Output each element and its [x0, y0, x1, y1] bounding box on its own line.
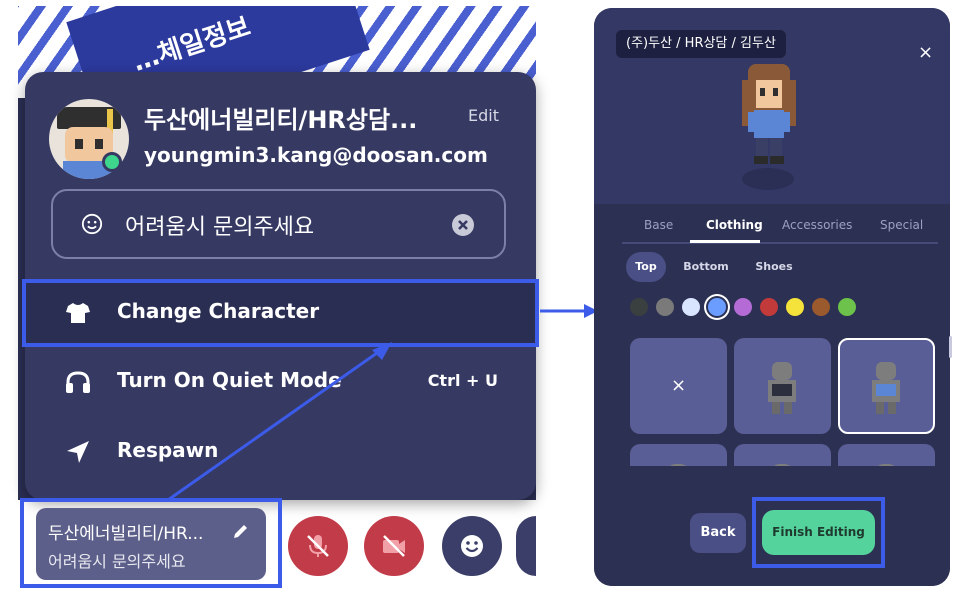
scrollbar[interactable]	[949, 336, 952, 358]
back-button[interactable]: Back	[690, 513, 746, 553]
arrow-head	[372, 342, 392, 360]
color-swatch[interactable]	[812, 298, 830, 316]
outfit-preview-icon	[872, 362, 900, 414]
tab-accessories[interactable]: Accessories	[782, 218, 852, 232]
outfit-preview-icon	[768, 362, 796, 414]
color-swatch[interactable]	[786, 298, 804, 316]
item-card-selected[interactable]	[838, 338, 935, 434]
color-swatch[interactable]	[760, 298, 778, 316]
highlight-finish-editing	[752, 497, 885, 568]
tab-clothing[interactable]: Clothing	[706, 218, 763, 232]
color-swatch[interactable]	[734, 298, 752, 316]
character-sprite	[742, 64, 796, 164]
arrow-line	[167, 346, 385, 502]
color-swatch[interactable]	[708, 298, 726, 316]
character-name-tag: (주)두산 / HR상담 / 김두산	[616, 30, 786, 58]
subtab-top[interactable]: Top	[626, 252, 666, 282]
tab-special[interactable]: Special	[880, 218, 923, 232]
subtab-shoes[interactable]: Shoes	[754, 252, 794, 282]
color-swatch[interactable]	[630, 298, 648, 316]
close-icon[interactable]: ×	[918, 42, 933, 63]
subtab-bottom[interactable]: Bottom	[680, 252, 732, 282]
color-swatch[interactable]	[656, 298, 674, 316]
editor-tabs: Base Clothing Accessories Special	[622, 212, 938, 244]
close-icon: ×	[670, 375, 687, 396]
tab-base[interactable]: Base	[644, 218, 673, 232]
item-card-none[interactable]: ×	[630, 338, 727, 434]
item-card[interactable]	[734, 338, 831, 434]
color-swatch[interactable]	[682, 298, 700, 316]
color-swatch[interactable]	[838, 298, 856, 316]
active-tab-indicator	[690, 240, 760, 243]
